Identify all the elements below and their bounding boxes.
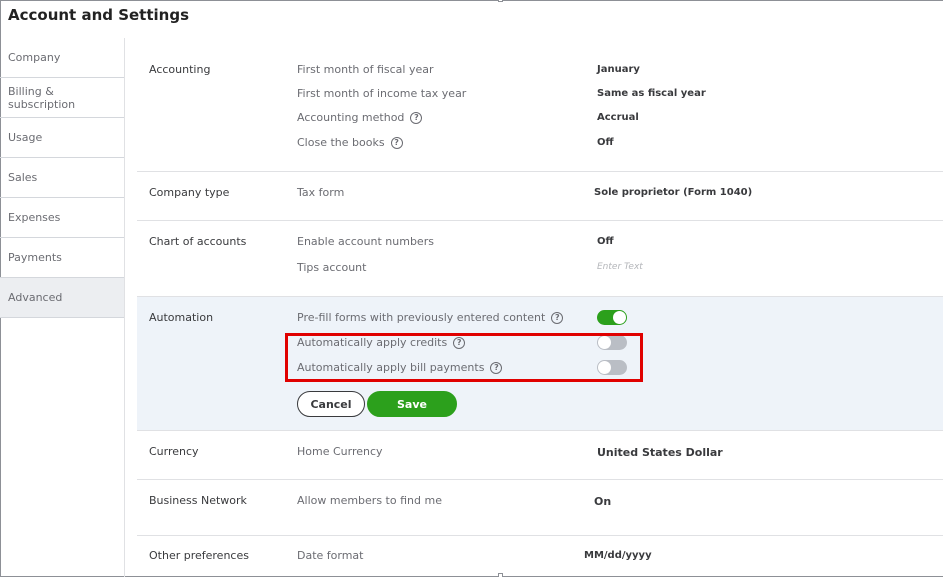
setting-label: First month of income tax year [297,87,467,100]
setting-value: Accrual [597,112,639,123]
save-button[interactable]: Save [367,391,457,417]
sidebar-item-usage[interactable]: Usage [0,118,124,158]
section-business-network[interactable]: Business Network Allow members to find m… [137,480,943,536]
section-label: Automation [149,311,214,324]
sidebar-item-label: Company [8,51,61,64]
resize-handle-top[interactable] [498,0,503,2]
sidebar-item-company[interactable]: Company [0,38,124,78]
setting-value: January [597,64,640,75]
setting-label: Home Currency [297,445,383,458]
sidebar-item-billing[interactable]: Billing & subscription [0,78,124,118]
setting-value: Off [597,137,614,148]
section-label: Other preferences [149,549,249,562]
page-title: Account and Settings [8,6,190,24]
setting-label: Close the books? [297,136,403,149]
toggle-knob [613,311,626,324]
sidebar-item-label: Expenses [8,211,61,224]
setting-label: Tips account [297,261,367,274]
section-label: Company type [149,186,230,199]
setting-label: Enable account numbers [297,235,434,248]
tips-account-placeholder: Enter Text [597,262,643,272]
setting-value: United States Dollar [597,446,723,459]
setting-value: MM/dd/yyyy [584,550,652,561]
sidebar-item-advanced[interactable]: Advanced [0,278,124,318]
section-chart-of-accounts[interactable]: Chart of accounts Enable account numbers… [137,221,943,297]
setting-row: Tax form Sole proprietor (Form 1040) [297,186,943,206]
setting-label: Date format [297,549,364,562]
setting-row: First month of income tax year Same as f… [297,87,943,107]
setting-row: Allow members to find me On [297,494,943,514]
settings-sidebar: Company Billing & subscription Usage Sal… [0,38,125,577]
sidebar-item-label: Sales [8,171,38,184]
help-icon[interactable]: ? [410,111,423,124]
setting-row: Tips account Enter Text [297,261,943,281]
section-other-preferences[interactable]: Other preferences Date format MM/dd/yyyy [137,536,943,577]
section-accounting[interactable]: Accounting First month of fiscal year Ja… [137,38,943,172]
highlight-annotation-box [285,333,643,382]
sidebar-item-label: Payments [8,251,62,264]
section-label: Accounting [149,63,211,76]
help-icon[interactable]: ? [390,136,403,149]
sidebar-item-label: Usage [8,131,43,144]
setting-label: Accounting method? [297,111,423,124]
setting-row: Close the books? Off [297,136,943,156]
help-icon[interactable]: ? [551,311,564,324]
section-label: Currency [149,445,199,458]
sidebar-item-payments[interactable]: Payments [0,238,124,278]
setting-row: First month of fiscal year January [297,63,943,83]
section-currency[interactable]: Currency Home Currency United States Dol… [137,431,943,480]
setting-row: Pre-fill forms with previously entered c… [297,310,943,331]
sidebar-item-label: Billing & subscription [8,84,76,111]
section-company-type[interactable]: Company type Tax form Sole proprietor (F… [137,172,943,221]
setting-label: First month of fiscal year [297,63,434,76]
section-label: Chart of accounts [149,235,247,248]
sidebar-item-sales[interactable]: Sales [0,158,124,198]
setting-label: Pre-fill forms with previously entered c… [297,311,564,324]
setting-label: Allow members to find me [297,494,442,507]
setting-row: Accounting method? Accrual [297,111,943,131]
settings-main: Accounting First month of fiscal year Ja… [137,38,943,577]
setting-value: On [594,495,612,508]
setting-value: Off [597,236,614,247]
setting-label: Tax form [297,186,345,199]
sidebar-item-expenses[interactable]: Expenses [0,198,124,238]
setting-row: Date format MM/dd/yyyy [297,549,943,569]
setting-row: Enable account numbers Off [297,235,943,255]
setting-value: Same as fiscal year [597,88,706,99]
cancel-button[interactable]: Cancel [297,391,365,417]
prefill-forms-toggle[interactable] [597,310,627,325]
section-label: Business Network [149,494,247,507]
setting-value: Sole proprietor (Form 1040) [594,187,753,198]
setting-row: Home Currency United States Dollar [297,445,943,465]
sidebar-item-label: Advanced [8,291,63,304]
